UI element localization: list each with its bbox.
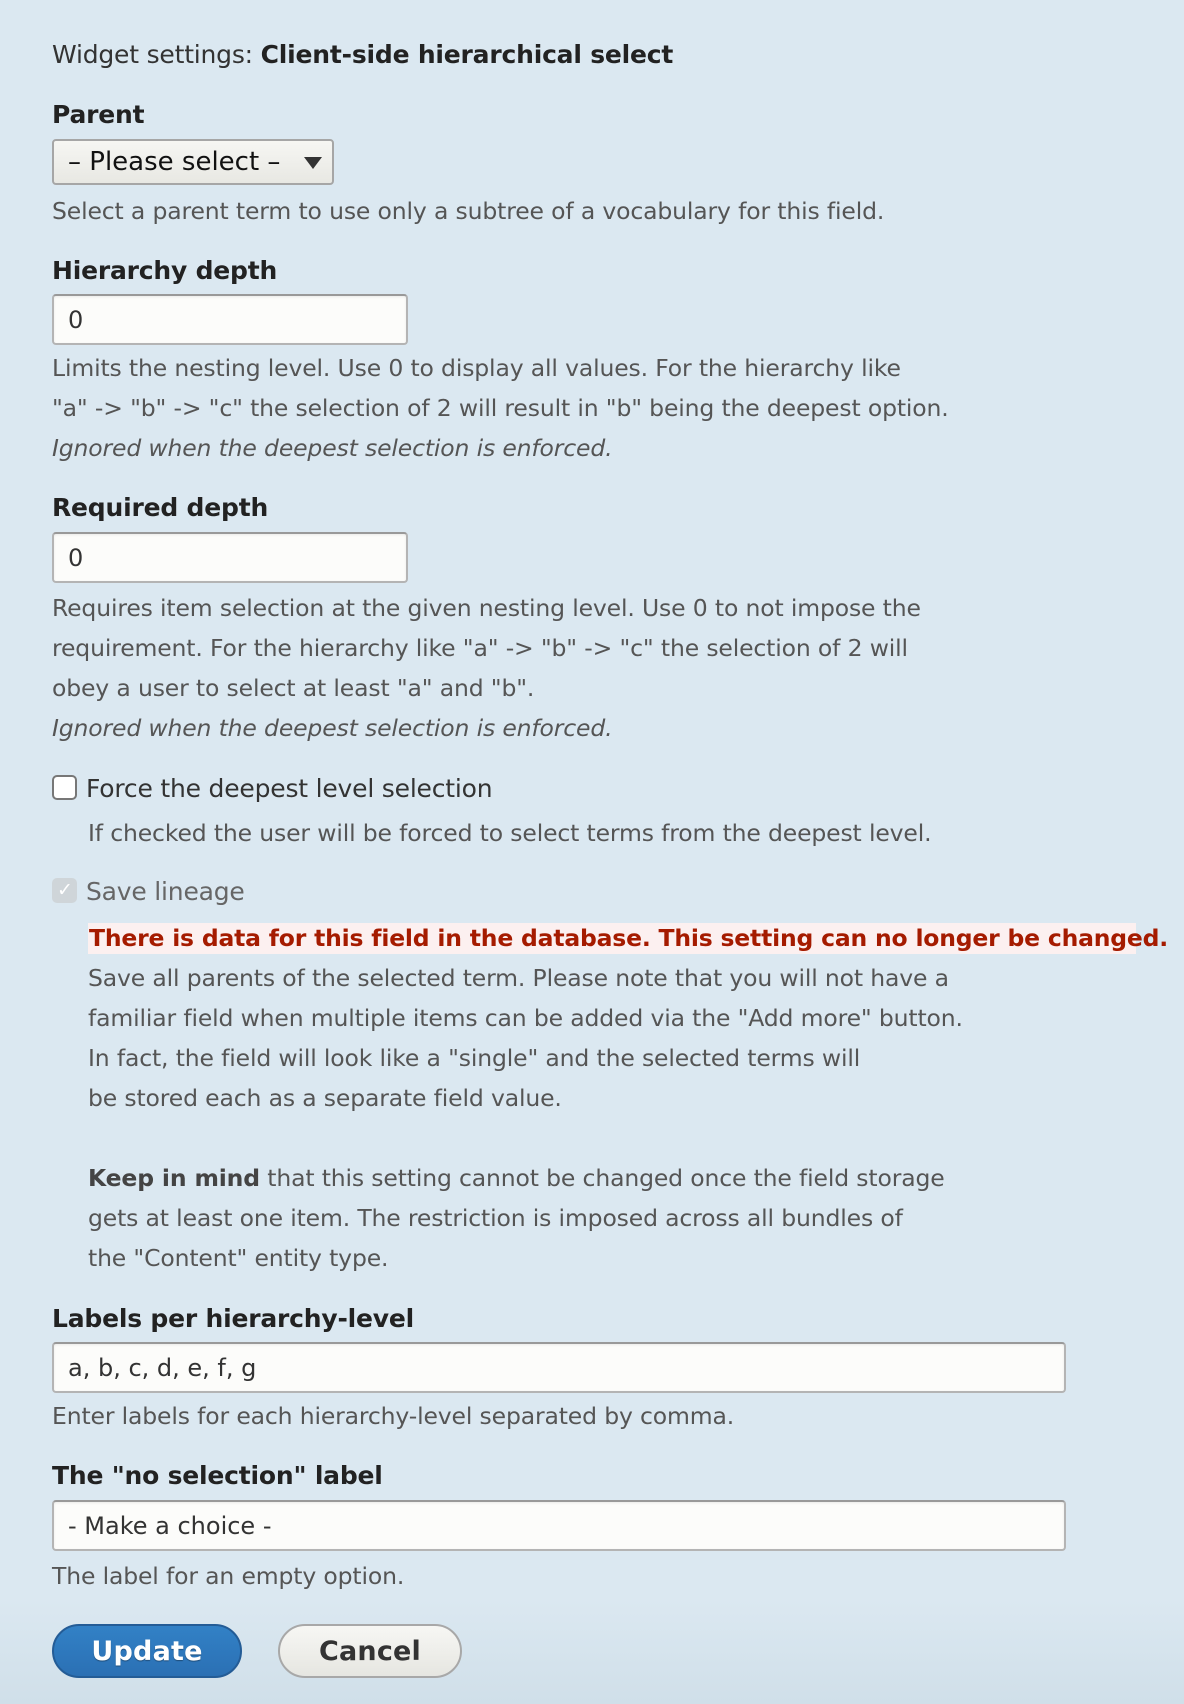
description-line: Requires item selection at the given nes…: [52, 594, 921, 622]
description-line: obey a user to select at least "a" and "…: [52, 674, 535, 702]
cancel-button[interactable]: Cancel: [278, 1624, 462, 1678]
labels-per-level-input[interactable]: a, b, c, d, e, f, g: [52, 1342, 1066, 1393]
hierarchy-depth-input[interactable]: 0: [52, 294, 408, 345]
no-selection-label-value: - Make a choice -: [68, 1511, 272, 1540]
hierarchy-depth-description: Limits the nesting level. Use 0 to displ…: [52, 348, 949, 468]
description-line: that this setting cannot be changed once…: [259, 1164, 945, 1192]
title-prefix: Widget settings:: [52, 40, 253, 69]
parent-select-value: – Please select –: [68, 147, 281, 177]
hierarchy-depth-value: 0: [68, 305, 84, 334]
required-depth-note: Ignored when the deepest selection is en…: [52, 714, 613, 742]
save-lineage-checkbox[interactable]: ✓: [52, 878, 77, 903]
required-depth-description: Requires item selection at the given nes…: [52, 588, 921, 748]
update-button[interactable]: Update: [52, 1624, 242, 1678]
required-depth-value: 0: [68, 543, 84, 572]
parent-description: Select a parent term to use only a subtr…: [52, 197, 885, 225]
description-line: the "Content" entity type.: [88, 1244, 389, 1272]
hierarchy-depth-note: Ignored when the deepest selection is en…: [52, 434, 613, 462]
description-line: In fact, the field will look like a "sin…: [88, 1044, 861, 1072]
description-line: gets at least one item. The restriction …: [88, 1204, 903, 1232]
description-line: be stored each as a separate field value…: [88, 1084, 562, 1112]
widget-settings-title: Widget settings: Client-side hierarchica…: [52, 40, 673, 69]
force-deepest-description: If checked the user will be forced to se…: [88, 819, 932, 847]
dropdown-arrow-icon: [304, 157, 322, 169]
save-lineage-warning: There is data for this field in the data…: [88, 923, 1169, 954]
force-deepest-label[interactable]: Force the deepest level selection: [86, 774, 493, 803]
save-lineage-description: Save all parents of the selected term. P…: [88, 958, 963, 1278]
no-selection-label-input[interactable]: - Make a choice -: [52, 1500, 1066, 1551]
hierarchy-depth-label: Hierarchy depth: [52, 256, 278, 285]
description-line: Limits the nesting level. Use 0 to displ…: [52, 354, 901, 382]
description-line: familiar field when multiple items can b…: [88, 1004, 963, 1032]
parent-label: Parent: [52, 100, 145, 129]
description-line: requirement. For the hierarchy like "a" …: [52, 634, 908, 662]
labels-per-level-value: a, b, c, d, e, f, g: [68, 1353, 257, 1382]
force-deepest-checkbox[interactable]: [52, 775, 77, 800]
description-line: "a" -> "b" -> "c" the selection of 2 wil…: [52, 394, 949, 422]
checkmark-icon: ✓: [57, 879, 73, 901]
widget-name: Client-side hierarchical select: [260, 40, 674, 69]
description-line: Save all parents of the selected term. P…: [88, 964, 949, 992]
required-depth-input[interactable]: 0: [52, 532, 408, 583]
required-depth-label: Required depth: [52, 493, 269, 522]
no-selection-label-label: The "no selection" label: [52, 1461, 383, 1490]
keep-in-mind-bold: Keep in mind: [88, 1164, 260, 1192]
save-lineage-label[interactable]: Save lineage: [86, 877, 245, 906]
labels-per-level-label: Labels per hierarchy-level: [52, 1304, 414, 1333]
labels-per-level-description: Enter labels for each hierarchy-level se…: [52, 1402, 735, 1430]
no-selection-label-description: The label for an empty option.: [52, 1562, 405, 1590]
parent-select[interactable]: – Please select –: [52, 139, 334, 185]
